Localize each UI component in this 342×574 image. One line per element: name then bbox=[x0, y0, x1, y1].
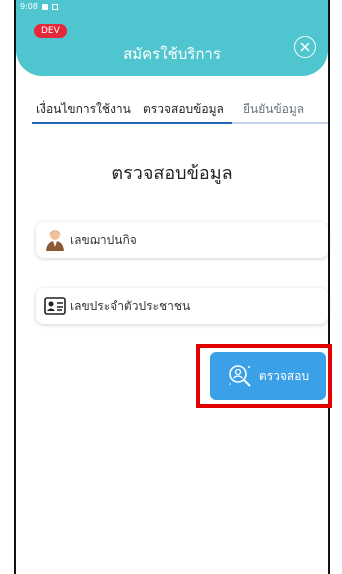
national-id-label: เลขประจำตัวประชาชน bbox=[70, 298, 191, 313]
page-title: สมัครใช้บริการ bbox=[123, 45, 221, 63]
tab-progress-indicator bbox=[32, 122, 232, 124]
verify-button-label: ตรวจสอบ bbox=[258, 368, 310, 383]
national-id-field[interactable]: เลขประจำตัวประชาชน bbox=[36, 288, 328, 324]
funeral-number-label: เลขฌาปนกิจ bbox=[70, 232, 137, 247]
settings-status-icon bbox=[51, 3, 58, 10]
tab-confirm[interactable]: ยืนยันข้อมูล bbox=[243, 100, 304, 119]
tab-terms[interactable]: เงื่อนไขการใช้งาน bbox=[36, 100, 131, 119]
id-card-icon bbox=[44, 295, 66, 317]
section-title: ตรวจสอบข้อมูล bbox=[111, 163, 233, 184]
tab-verify[interactable]: ตรวจสอบข้อมูล bbox=[143, 100, 224, 119]
status-time: 9:08 bbox=[20, 2, 38, 11]
step-tabs: เงื่อนไขการใช้งาน ตรวจสอบข้อมูล ยืนยันข้… bbox=[32, 100, 328, 124]
close-icon bbox=[300, 42, 310, 52]
funeral-number-field[interactable]: เลขฌาปนกิจ bbox=[36, 222, 328, 258]
header: 9:08 DEV สมัครใช้บริการ bbox=[16, 0, 328, 76]
search-user-icon bbox=[229, 365, 251, 387]
verify-button[interactable]: ตรวจสอบ bbox=[210, 352, 326, 400]
dev-badge: DEV bbox=[34, 24, 67, 38]
phone-frame: 9:08 DEV สมัครใช้บริการ เงื่อนไขการใช้งา… bbox=[14, 0, 332, 574]
person-icon bbox=[44, 229, 66, 251]
notification-icon bbox=[41, 3, 48, 10]
close-button[interactable] bbox=[294, 36, 316, 58]
status-bar: 9:08 bbox=[20, 2, 58, 11]
